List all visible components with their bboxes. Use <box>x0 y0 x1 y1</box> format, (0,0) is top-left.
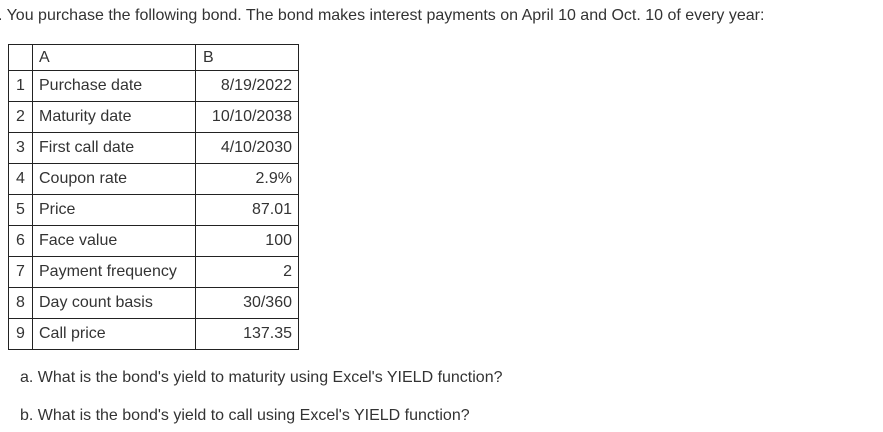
row-label: Call price <box>32 318 196 350</box>
row-label: Maturity date <box>32 101 196 133</box>
row-value: 30/360 <box>195 287 299 319</box>
table-row: 4 Coupon rate 2.9% <box>8 163 299 195</box>
row-number: 5 <box>8 194 33 226</box>
row-value: 10/10/2038 <box>195 101 299 133</box>
question-a: a. What is the bond's yield to maturity … <box>20 369 503 386</box>
table-row: 2 Maturity date 10/10/2038 <box>8 101 299 133</box>
row-number: 1 <box>8 70 33 102</box>
corner-cell <box>8 44 33 71</box>
table-row: 5 Price 87.01 <box>8 194 299 226</box>
row-number: 7 <box>8 256 33 288</box>
row-value: 137.35 <box>195 318 299 350</box>
row-number: 9 <box>8 318 33 350</box>
row-label: Price <box>32 194 196 226</box>
row-label: First call date <box>32 132 196 164</box>
column-header-b: B <box>195 44 299 71</box>
row-number: 2 <box>8 101 33 133</box>
row-label: Coupon rate <box>32 163 196 195</box>
row-value: 2 <box>195 256 299 288</box>
column-header-a: A <box>32 44 196 71</box>
row-label: Purchase date <box>32 70 196 102</box>
table-header-row: A B <box>8 44 299 71</box>
table-row: 8 Day count basis 30/360 <box>8 287 299 319</box>
question-b: b. What is the bond's yield to call usin… <box>20 407 470 424</box>
row-value: 2.9% <box>195 163 299 195</box>
row-value: 87.01 <box>195 194 299 226</box>
bond-data-table: A B 1 Purchase date 8/19/2022 2 Maturity… <box>8 44 299 350</box>
row-number: 3 <box>8 132 33 164</box>
problem-intro: . You purchase the following bond. The b… <box>0 7 765 24</box>
row-value: 4/10/2030 <box>195 132 299 164</box>
row-value: 8/19/2022 <box>195 70 299 102</box>
table-row: 9 Call price 137.35 <box>8 318 299 350</box>
row-number: 8 <box>8 287 33 319</box>
row-number: 6 <box>8 225 33 257</box>
row-label: Face value <box>32 225 196 257</box>
table-row: 3 First call date 4/10/2030 <box>8 132 299 164</box>
table-row: 6 Face value 100 <box>8 225 299 257</box>
row-label: Payment frequency <box>32 256 196 288</box>
row-number: 4 <box>8 163 33 195</box>
row-label: Day count basis <box>32 287 196 319</box>
table-row: 7 Payment frequency 2 <box>8 256 299 288</box>
row-value: 100 <box>195 225 299 257</box>
table-row: 1 Purchase date 8/19/2022 <box>8 70 299 102</box>
